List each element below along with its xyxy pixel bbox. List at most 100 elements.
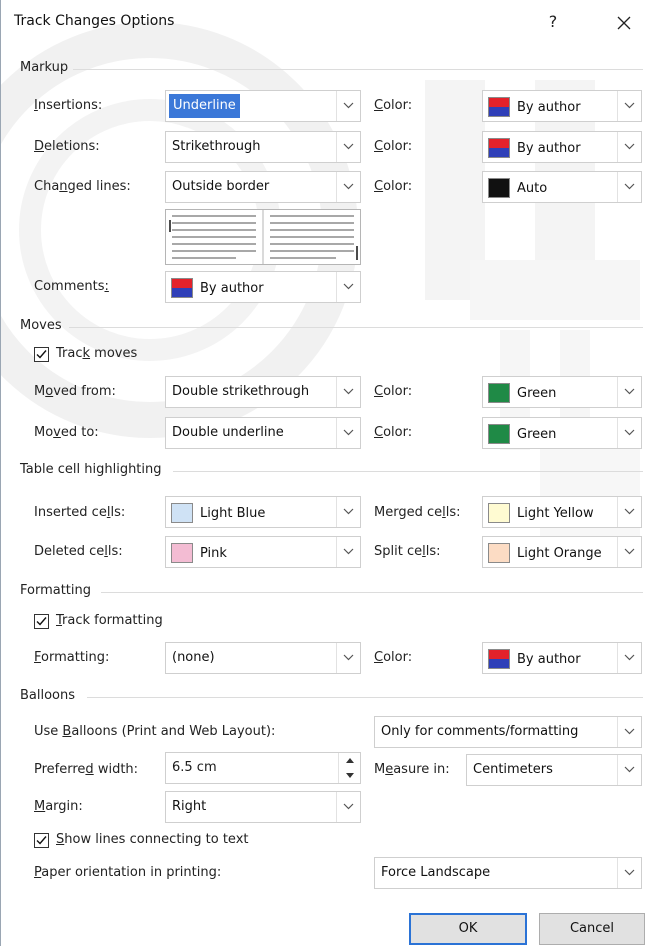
changed-lines-select[interactable]: Outside border (165, 171, 361, 203)
chevron-down-icon (617, 858, 641, 888)
section-balloons-heading: Balloons (20, 688, 76, 703)
section-divider (101, 592, 643, 593)
measure-in-value: Centimeters (473, 762, 553, 777)
deleted-cells-select[interactable]: Pink (165, 536, 361, 568)
moved-to-color-value: Green (517, 427, 557, 442)
inserted-cells-label: Inserted cells: (34, 505, 126, 520)
color-swatch (488, 543, 510, 563)
use-balloons-label: Use Balloons (Print and Web Layout): (34, 724, 276, 739)
changed-lines-color-select[interactable]: Auto (482, 171, 642, 203)
show-lines-label[interactable]: Show lines connecting to text (56, 832, 249, 847)
help-button[interactable]: ? (541, 11, 565, 35)
track-changes-dialog: Track Changes Options ? Markup Insertion… (0, 0, 649, 946)
inserted-cells-select[interactable]: Light Blue (165, 496, 361, 528)
chevron-down-icon (617, 418, 641, 448)
insertions-color-select[interactable]: By author (482, 90, 642, 122)
margin-select[interactable]: Right (165, 791, 361, 823)
chevron-down-icon (336, 91, 360, 121)
formatting-label: Formatting: (34, 650, 110, 665)
moved-from-color-label: Color: (374, 384, 413, 399)
increment-button[interactable] (339, 753, 361, 768)
section-divider (69, 327, 643, 328)
close-icon (617, 16, 631, 30)
section-divider (87, 697, 643, 698)
changed-lines-value: Outside border (172, 179, 270, 194)
preview-graphic (169, 210, 358, 264)
moved-to-select[interactable]: Double underline (165, 417, 361, 449)
moved-from-value: Double strikethrough (172, 384, 310, 399)
section-formatting-heading: Formatting (20, 583, 92, 598)
chevron-down-icon (336, 643, 360, 673)
chevron-down-icon (617, 717, 641, 747)
paper-orientation-select[interactable]: Force Landscape (374, 857, 642, 889)
chevron-down-icon (617, 643, 641, 673)
arrow-up-icon (346, 758, 354, 763)
decrement-button[interactable] (339, 768, 361, 783)
chevron-down-icon (617, 172, 641, 202)
merged-cells-label: Merged cells: (374, 505, 461, 520)
moved-to-color-select[interactable]: Green (482, 417, 642, 449)
formatting-color-label: Color: (374, 650, 413, 665)
merged-cells-value: Light Yellow (517, 506, 594, 521)
deletions-color-select[interactable]: By author (482, 131, 642, 163)
moved-to-label: Moved to: (34, 425, 99, 440)
section-divider (73, 69, 643, 70)
formatting-select[interactable]: (none) (165, 642, 361, 674)
color-swatch (488, 138, 510, 158)
chevron-down-icon (617, 377, 641, 407)
use-balloons-select[interactable]: Only for comments/formatting (374, 716, 642, 748)
use-balloons-value: Only for comments/formatting (381, 724, 579, 739)
margin-value: Right (172, 799, 207, 814)
paper-orientation-value: Force Landscape (381, 865, 491, 880)
chevron-down-icon (336, 132, 360, 162)
show-lines-checkbox[interactable] (34, 833, 49, 848)
moved-from-color-value: Green (517, 386, 557, 401)
preferred-width-value: 6.5 cm (172, 760, 217, 775)
cancel-button[interactable]: Cancel (539, 913, 645, 945)
preferred-width-stepper[interactable]: 6.5 cm (165, 752, 361, 784)
track-moves-checkbox[interactable] (34, 347, 49, 362)
track-formatting-label[interactable]: Track formatting (56, 613, 163, 628)
paper-orientation-label: Paper orientation in printing: (34, 865, 222, 880)
ok-button[interactable]: OK (409, 913, 527, 945)
deletions-value: Strikethrough (172, 139, 261, 154)
split-cells-label: Split cells: (374, 544, 441, 559)
chevron-down-icon (336, 418, 360, 448)
color-swatch (488, 178, 510, 198)
split-cells-select[interactable]: Light Orange (482, 536, 642, 568)
check-icon (36, 836, 47, 845)
deletions-color-value: By author (517, 141, 581, 156)
section-moves-heading: Moves (20, 318, 62, 333)
chevron-down-icon (617, 132, 641, 162)
color-swatch (488, 97, 510, 117)
insertions-color-label: Color: (374, 98, 413, 113)
deleted-cells-value: Pink (200, 546, 227, 561)
deletions-label: Deletions: (34, 139, 100, 154)
comments-color-select[interactable]: By author (165, 271, 361, 303)
chevron-down-icon (617, 91, 641, 121)
track-moves-label[interactable]: Track moves (56, 346, 137, 361)
margin-label: Margin: (34, 799, 83, 814)
merged-cells-select[interactable]: Light Yellow (482, 496, 642, 528)
chevron-down-icon (336, 497, 360, 527)
insertions-value: Underline (169, 94, 240, 118)
color-swatch (171, 503, 193, 523)
insertions-select[interactable]: Underline (165, 90, 361, 122)
formatting-color-select[interactable]: By author (482, 642, 642, 674)
deletions-color-label: Color: (374, 139, 413, 154)
measure-in-select[interactable]: Centimeters (466, 754, 642, 786)
close-button[interactable] (609, 9, 639, 37)
section-divider (173, 471, 643, 472)
track-formatting-checkbox[interactable] (34, 614, 49, 629)
dialog-title: Track Changes Options (14, 13, 175, 29)
moved-from-select[interactable]: Double strikethrough (165, 376, 361, 408)
color-swatch (171, 278, 193, 298)
arrow-down-icon (346, 773, 354, 778)
insertions-label: Insertions: (34, 98, 103, 113)
section-table-cells-heading: Table cell highlighting (20, 462, 162, 477)
moved-from-color-select[interactable]: Green (482, 376, 642, 408)
changed-lines-color-value: Auto (517, 181, 548, 196)
color-swatch (488, 503, 510, 523)
deletions-select[interactable]: Strikethrough (165, 131, 361, 163)
preferred-width-label: Preferred width: (34, 762, 139, 777)
